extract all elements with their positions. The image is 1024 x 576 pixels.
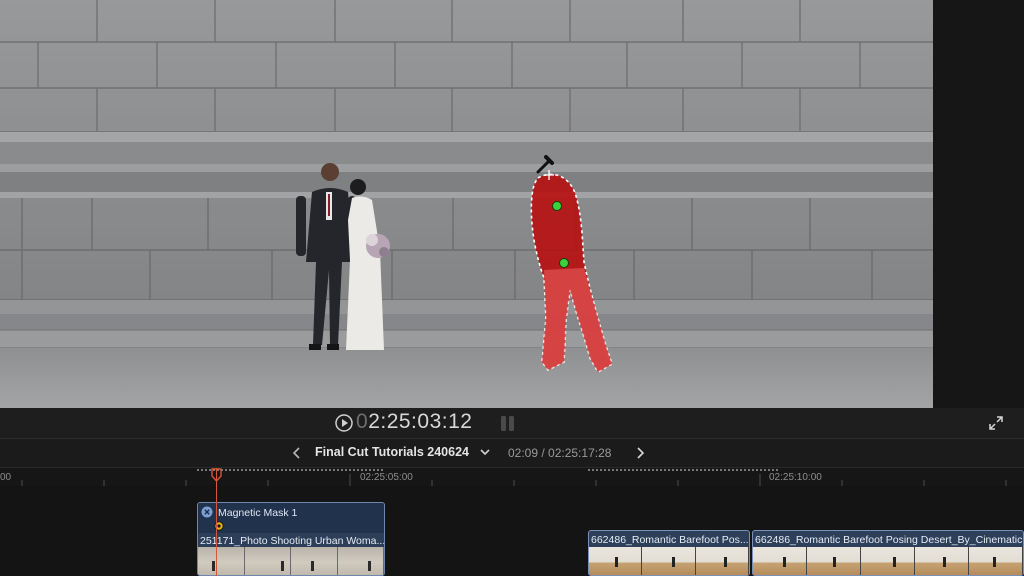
audio-meter-icon (501, 416, 514, 431)
timeline-header: Final Cut Tutorials 240624 02:09 / 02:25… (0, 439, 1024, 468)
timeline-clip-main[interactable]: Magnetic Mask 1 251171_Photo Shooting Ur… (197, 502, 385, 576)
clip-filmstrip (753, 547, 1023, 575)
clip-name: 251171_Photo Shooting Urban Woma... (200, 535, 385, 547)
fullscreen-icon (989, 416, 1003, 430)
timecode-value: 2:25:03:12 (368, 410, 473, 433)
filmstrip-frame (753, 547, 807, 575)
play-icon (335, 414, 353, 432)
timeline-ruler[interactable]: 00 02:25:05:00 02:25:10:00 (0, 468, 1024, 486)
clip-name: 662486_Romantic Barefoot Posing Desert_B… (755, 534, 1024, 546)
project-menu-button[interactable] (479, 445, 491, 459)
filmstrip-frame (642, 547, 696, 575)
filmstrip-frame (915, 547, 969, 575)
video-frame[interactable] (0, 0, 933, 408)
clip-name: 662486_Romantic Barefoot Pos... (591, 534, 749, 546)
ruler-label: 00 (0, 472, 12, 483)
effect-label: Magnetic Mask 1 (218, 507, 298, 519)
playhead-line[interactable] (216, 468, 217, 576)
filmstrip-frame (589, 547, 643, 575)
project-name[interactable]: Final Cut Tutorials 240624 (315, 445, 469, 459)
timecode-display[interactable]: 02:25:03:12 (356, 410, 472, 434)
filmstrip-frame (807, 547, 861, 575)
timecode-dim-digit: 0 (356, 410, 369, 433)
clip-filmstrip (589, 547, 749, 575)
ruler-label: 02:25:10:00 (769, 472, 822, 483)
filmstrip-frame (861, 547, 915, 575)
audio-meter[interactable] (498, 413, 518, 433)
fullscreen-button[interactable] (986, 413, 1006, 433)
filmstrip-frame (291, 547, 338, 575)
filmstrip-frame (695, 547, 749, 575)
timeline-clip-b[interactable]: 662486_Romantic Barefoot Pos... (588, 530, 750, 576)
filmstrip-frame (244, 547, 291, 575)
timeline-clip-c[interactable]: 662486_Romantic Barefoot Posing Desert_B… (752, 530, 1024, 576)
timeline[interactable]: 00 02:25:05:00 02:25:10:00 Magnetic Mask… (0, 468, 1024, 576)
ruler-label: 02:25:05:00 (360, 472, 413, 483)
chevron-right-icon (637, 447, 645, 459)
playhead-handle[interactable] (211, 468, 222, 482)
filmstrip-frame (337, 547, 384, 575)
viewer-side-gutter (933, 0, 1024, 408)
close-circle-icon[interactable] (201, 506, 213, 518)
history-forward-button[interactable] (632, 443, 648, 463)
transport-bar: 02:25:03:12 (0, 408, 1024, 439)
chevron-down-icon (480, 449, 490, 456)
video-scene (0, 0, 933, 408)
clip-filmstrip (198, 547, 384, 575)
effect-bar[interactable]: Magnetic Mask 1 (198, 503, 384, 533)
ruler-ticks (21, 469, 1007, 486)
timeline-duration: 02:09 / 02:25:17:28 (508, 446, 612, 460)
history-back-button[interactable] (289, 443, 305, 463)
chevron-left-icon (292, 447, 300, 459)
play-button[interactable] (334, 413, 354, 433)
filmstrip-frame (198, 547, 245, 575)
filmstrip-frame (969, 547, 1023, 575)
viewer (0, 0, 1024, 408)
